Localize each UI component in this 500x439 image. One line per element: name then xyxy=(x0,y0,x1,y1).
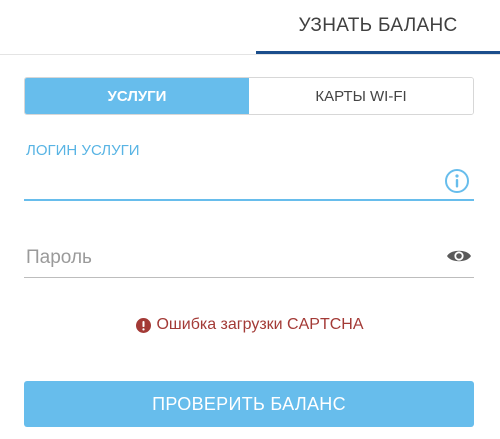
login-input[interactable] xyxy=(24,168,438,198)
tab-check-balance-label: УЗНАТЬ БАЛАНС xyxy=(298,14,458,36)
login-label: ЛОГИН УСЛУГИ xyxy=(26,142,140,159)
segment-services[interactable]: УСЛУГИ xyxy=(25,78,249,114)
password-underline xyxy=(24,277,474,278)
exclamation-circle-icon xyxy=(136,317,152,333)
password-input[interactable] xyxy=(24,242,438,274)
top-tab-bar: УЗНАТЬ БАЛАНС xyxy=(0,0,500,55)
info-icon[interactable] xyxy=(444,168,470,194)
segment-wifi-cards[interactable]: КАРТЫ WI-FI xyxy=(249,78,473,114)
password-field xyxy=(24,236,474,280)
login-field: ЛОГИН УСЛУГИ xyxy=(24,138,474,202)
tab-check-balance[interactable]: УЗНАТЬ БАЛАНС xyxy=(256,0,500,54)
check-balance-button[interactable]: ПРОВЕРИТЬ БАЛАНС xyxy=(24,381,474,427)
eye-icon[interactable] xyxy=(446,246,472,266)
segment-wifi-cards-label: КАРТЫ WI-FI xyxy=(315,87,407,105)
segment-services-label: УСЛУГИ xyxy=(107,87,167,105)
service-type-switch: УСЛУГИ КАРТЫ WI-FI xyxy=(24,77,474,115)
captcha-error-text: Ошибка загрузки CAPTCHA xyxy=(156,316,364,333)
login-underline xyxy=(24,199,474,201)
captcha-error: Ошибка загрузки CAPTCHA xyxy=(0,316,500,334)
